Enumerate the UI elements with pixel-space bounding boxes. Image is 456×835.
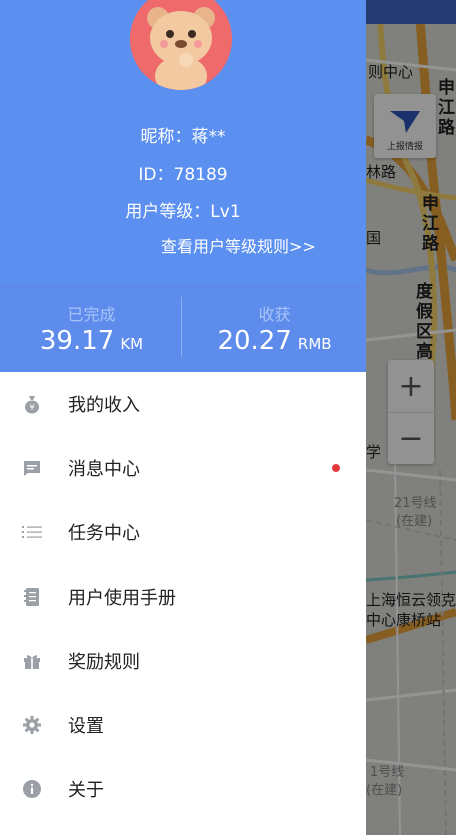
user-level-text: 用户等级：Lv1 bbox=[125, 202, 241, 222]
list-icon bbox=[21, 521, 43, 543]
menu-label-about: 关于 bbox=[68, 780, 104, 802]
menu-label-tasks: 任务中心 bbox=[68, 523, 140, 545]
unread-dot bbox=[332, 464, 340, 473]
stats-divider bbox=[181, 297, 182, 357]
message-icon bbox=[21, 457, 43, 479]
completed-unit: KM bbox=[120, 335, 144, 353]
completed-value-row: 39.17 KM bbox=[0, 326, 183, 356]
profile-header: 昵称：蒋** ID：78189 用户等级：Lv1 查看用户等级规则>> bbox=[0, 0, 366, 284]
menu-item-rewards[interactable]: 奖励规则 bbox=[0, 629, 366, 693]
gift-icon bbox=[21, 650, 43, 672]
gear-icon bbox=[21, 714, 43, 736]
user-id-text: ID：78189 bbox=[138, 165, 228, 185]
earned-value: 20.27 bbox=[217, 326, 292, 356]
drawer-menu: ¥ 我的收入 消息中心 任务中心 用户使用手册 奖励规则 设置 关于 bbox=[0, 372, 366, 821]
completed-value: 39.17 bbox=[39, 326, 115, 356]
menu-label-messages: 消息中心 bbox=[68, 459, 140, 481]
earned-value-row: 20.27 RMB bbox=[183, 326, 366, 356]
menu-item-income[interactable]: ¥ 我的收入 bbox=[0, 372, 366, 436]
menu-item-settings[interactable]: 设置 bbox=[0, 693, 366, 757]
menu-item-tasks[interactable]: 任务中心 bbox=[0, 500, 366, 564]
nickname-text: 昵称：蒋** bbox=[140, 127, 226, 147]
menu-label-manual: 用户使用手册 bbox=[68, 587, 176, 609]
earned-label: 收获 bbox=[258, 305, 291, 324]
completed-label: 已完成 bbox=[67, 305, 116, 324]
avatar[interactable] bbox=[130, 0, 232, 90]
menu-label-settings: 设置 bbox=[68, 716, 104, 738]
svg-text:¥: ¥ bbox=[29, 403, 34, 412]
menu-label-income: 我的收入 bbox=[68, 395, 140, 417]
info-icon bbox=[21, 778, 43, 800]
bear-avatar-icon bbox=[130, 0, 232, 90]
menu-label-rewards: 奖励规则 bbox=[68, 651, 140, 673]
earned-stat: 收获 20.27 RMB bbox=[183, 284, 366, 372]
money-bag-icon: ¥ bbox=[21, 393, 43, 415]
level-rules-link[interactable]: 查看用户等级规则>> bbox=[161, 233, 316, 257]
menu-item-manual[interactable]: 用户使用手册 bbox=[0, 565, 366, 629]
side-drawer: 昵称：蒋** ID：78189 用户等级：Lv1 查看用户等级规则>> 已完成 … bbox=[0, 0, 366, 835]
menu-item-about[interactable]: 关于 bbox=[0, 757, 366, 821]
earned-unit: RMB bbox=[297, 335, 332, 353]
completed-stat: 已完成 39.17 KM bbox=[0, 284, 183, 372]
menu-item-messages[interactable]: 消息中心 bbox=[0, 436, 366, 500]
stats-bar: 已完成 39.17 KM 收获 20.27 RMB bbox=[0, 284, 366, 372]
manual-icon bbox=[21, 586, 43, 608]
